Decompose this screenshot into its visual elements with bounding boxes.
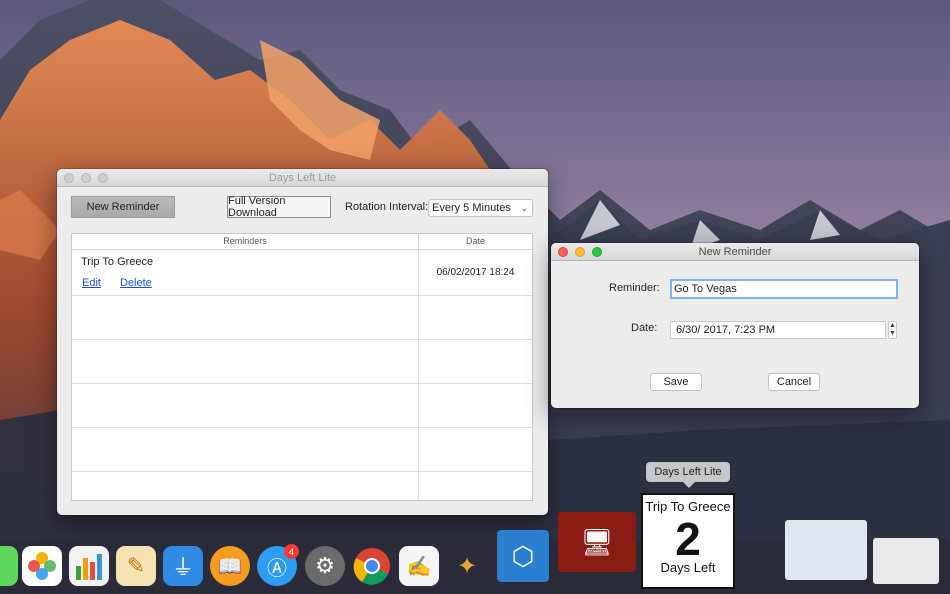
chevron-down-icon: ⌄ [520,203,528,213]
window-thumbnail-icon[interactable] [785,520,867,580]
chrome-logo-icon [353,548,390,585]
date-picker-field[interactable]: 6/30/ 2017, 7:23 PM [670,321,886,339]
theater-icon[interactable]: 🖥 [558,512,636,572]
reminder-cell: Trip To Greece Edit Delete [72,250,419,295]
app-store-badge: 4 [284,544,299,559]
date-stepper[interactable]: ▲ ▼ [888,321,897,339]
minimize-window-button[interactable] [575,247,585,257]
table-row[interactable] [72,384,532,428]
empty-cell [72,428,419,471]
save-button[interactable]: Save [650,373,702,391]
rotation-interval-label: Rotation Interval: [345,201,429,213]
days-left-dock-tile[interactable]: Trip To Greece 2 Days Left [641,493,735,589]
system-preferences-icon[interactable]: ⚙ [305,546,345,586]
empty-cell [72,296,419,339]
dock-tooltip: Days Left Lite [646,462,730,488]
reminder-date: 06/02/2017 18:24 [436,267,515,278]
table-row[interactable]: Trip To Greece Edit Delete 06/02/2017 18… [72,250,532,296]
close-window-button[interactable] [64,173,74,183]
game-icon[interactable]: ✦ [447,546,487,586]
rotation-interval-value: Every 5 Minutes [432,202,511,214]
window-thumbnail-icon[interactable] [873,538,939,584]
messages-icon[interactable] [0,546,18,586]
window-title: Days Left Lite [268,172,337,184]
rotation-interval-select[interactable]: Every 5 Minutes ⌄ [428,199,533,217]
tile-days-left-label: Days Left [660,560,716,575]
reminder-window-titlebar[interactable]: New Reminder [551,243,919,261]
empty-cell [72,472,419,499]
days-left-main-window: Days Left Lite New Reminder Full Version… [57,169,548,515]
scanner-icon[interactable]: ⬡ [497,530,549,582]
photos-icon[interactable] [22,546,62,586]
reminder-title: Trip To Greece [81,256,154,268]
photos-pinwheel-icon [28,552,56,580]
full-version-download-button[interactable]: Full Version Download [227,195,331,219]
empty-cell [419,340,532,383]
minimize-window-button[interactable] [81,173,91,183]
main-window-titlebar[interactable]: Days Left Lite [57,169,548,187]
textedit-icon[interactable]: ✍ [399,546,439,586]
table-row[interactable] [72,472,532,499]
table-row[interactable] [72,428,532,472]
date-label: Date: [631,322,658,334]
empty-cell [72,340,419,383]
new-reminder-button[interactable]: New Reminder [71,196,175,218]
column-header-date[interactable]: Date [419,234,532,249]
reminder-label: Reminder: [609,282,660,294]
close-window-button[interactable] [558,247,568,257]
edit-link[interactable]: Edit [82,277,101,289]
table-row[interactable] [72,296,532,340]
window-title: New Reminder [698,246,772,258]
empty-cell [419,428,532,471]
empty-cell [419,384,532,427]
new-reminder-window: New Reminder Reminder: Go To Vegas Date:… [551,243,919,408]
numbers-icon[interactable] [69,546,109,586]
tile-days-count: 2 [675,513,701,565]
ibooks-icon[interactable]: 📖 [210,546,250,586]
table-header: Reminders Date [72,234,532,250]
delete-link[interactable]: Delete [120,277,152,289]
chevron-down-icon[interactable]: ▼ [889,330,896,338]
cancel-button[interactable]: Cancel [768,373,820,391]
date-cell: 06/02/2017 18:24 [419,250,532,295]
window-controls [558,247,602,257]
zoom-window-button[interactable] [592,247,602,257]
empty-cell [419,472,532,499]
zoom-window-button[interactable] [98,173,108,183]
empty-cell [419,296,532,339]
table-row[interactable] [72,340,532,384]
reminders-table: Reminders Date Trip To Greece Edit Delet… [71,233,533,501]
pages-icon[interactable]: ✎ [116,546,156,586]
chrome-icon[interactable] [352,546,392,586]
column-header-reminders[interactable]: Reminders [72,234,419,249]
empty-cell [72,384,419,427]
chevron-up-icon[interactable]: ▲ [889,322,896,330]
keynote-icon[interactable]: ⏚ [163,546,203,586]
reminder-input[interactable]: Go To Vegas [670,279,898,299]
bar-chart-icon [76,554,102,580]
window-controls [64,173,108,183]
